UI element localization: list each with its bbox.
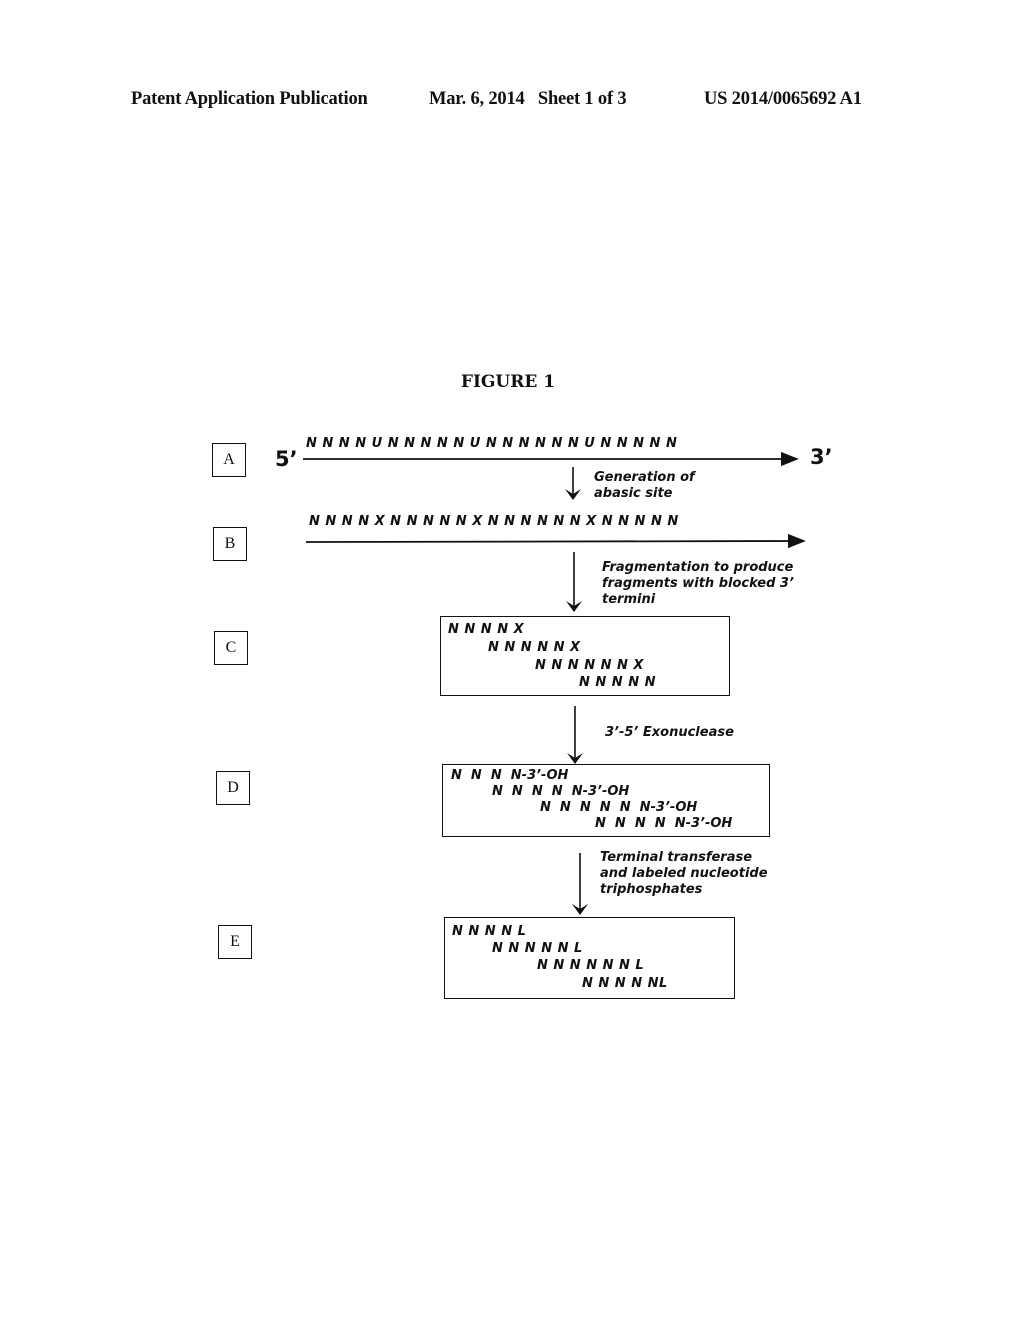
down-arrow-a-to-b [565,467,581,500]
down-arrow-c-to-d [567,706,583,764]
strand-b-arrow [305,533,806,549]
figure-arrows [303,451,806,915]
down-arrow-b-to-c [566,552,582,612]
down-arrow-d-to-e [572,853,588,915]
